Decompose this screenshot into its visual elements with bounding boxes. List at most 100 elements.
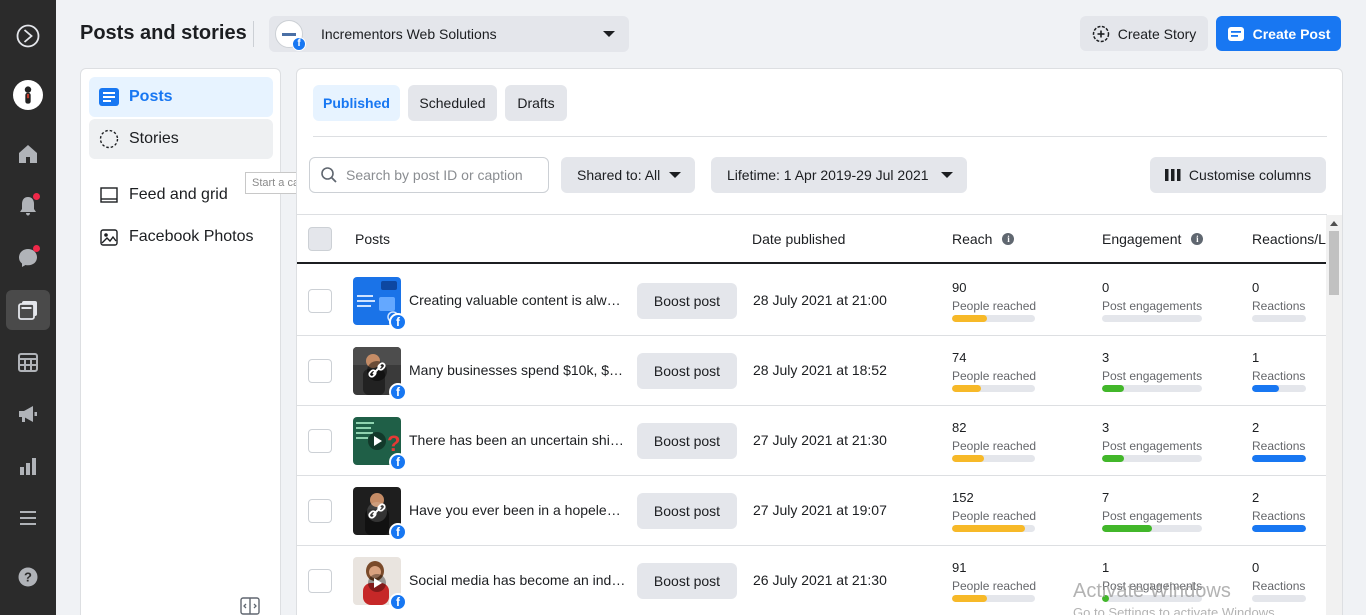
menu-icon[interactable] — [6, 498, 50, 538]
engagement-cell: 3 Post engagements — [1102, 350, 1202, 392]
reach-bar-fill — [952, 525, 1026, 532]
table-row[interactable]: f Many businesses spend $10k, $20k Boost p… — [297, 336, 1327, 406]
reactions-label: Reactions — [1252, 439, 1306, 453]
planner-icon[interactable] — [6, 342, 50, 382]
row-checkbox[interactable] — [308, 289, 332, 313]
post-thumbnail[interactable]: f — [353, 557, 407, 611]
reach-cell: 90 People reached — [952, 280, 1036, 322]
reactions-bar — [1252, 315, 1306, 322]
left-rail: ? — [0, 0, 56, 615]
select-all-checkbox[interactable] — [308, 227, 332, 251]
column-header-engagement[interactable]: Engagement i — [1102, 231, 1204, 247]
ads-megaphone-icon[interactable] — [6, 394, 50, 434]
photos-icon — [99, 227, 119, 247]
create-post-label: Create Post — [1252, 25, 1331, 42]
customise-columns-button[interactable]: Customise columns — [1150, 157, 1326, 193]
sidebar-item-posts[interactable]: Posts — [89, 77, 273, 117]
create-post-button[interactable]: Create Post — [1216, 16, 1341, 51]
notifications-icon[interactable] — [6, 186, 50, 226]
boost-post-button[interactable]: Boost post — [637, 353, 737, 389]
collapse-panel-icon[interactable] — [240, 597, 260, 615]
reactions-bar — [1252, 385, 1306, 392]
column-header-reach[interactable]: Reach i — [952, 231, 1015, 247]
sidebar-item-stories[interactable]: Stories — [89, 119, 273, 159]
boost-post-button[interactable]: Boost post — [637, 423, 737, 459]
lifetime-filter[interactable]: Lifetime: 1 Apr 2019-29 Jul 2021 — [711, 157, 967, 193]
sidebar-item-facebook-photos[interactable]: Facebook Photos — [99, 227, 254, 247]
info-icon[interactable]: i — [1191, 233, 1204, 245]
scrollbar[interactable] — [1326, 215, 1342, 615]
search-icon — [321, 167, 337, 183]
table-row[interactable]: ? f There has been an uncertain shift in Bo… — [297, 406, 1327, 476]
tab-scheduled[interactable]: Scheduled — [408, 85, 497, 121]
scrollbar-thumb[interactable] — [1329, 231, 1339, 295]
reach-bar — [952, 455, 1035, 462]
table-row[interactable]: f Creating valuable content is always Boos… — [297, 266, 1327, 336]
boost-post-button[interactable]: Boost post — [637, 563, 737, 599]
row-checkbox[interactable] — [308, 499, 332, 523]
scroll-up-icon[interactable] — [1330, 221, 1338, 226]
engagement-value: 7 — [1102, 490, 1110, 505]
column-header-date[interactable]: Date published — [752, 231, 845, 247]
post-caption[interactable]: Have you ever been in a hopeless situati… — [409, 502, 627, 518]
reach-bar — [952, 315, 1035, 322]
help-icon[interactable]: ? — [6, 557, 50, 597]
posts-stories-icon[interactable] — [6, 290, 50, 330]
reactions-cell: 0 Reactions — [1252, 280, 1306, 322]
engagement-value: 1 — [1102, 560, 1110, 575]
sidebar-item-feed-grid[interactable]: Feed and grid — [99, 185, 228, 205]
shared-to-filter[interactable]: Shared to: All — [561, 157, 695, 193]
shared-to-label: Shared to: All — [577, 167, 661, 183]
post-thumbnail[interactable]: f — [353, 347, 407, 401]
reactions-bar-fill — [1252, 385, 1279, 392]
boost-post-button[interactable]: Boost post — [637, 493, 737, 529]
post-caption[interactable]: There has been an uncertain shift in — [409, 432, 627, 448]
row-checkbox[interactable] — [308, 359, 332, 383]
search-box[interactable] — [309, 157, 549, 193]
reactions-bar — [1252, 455, 1306, 462]
engagement-cell: 3 Post engagements — [1102, 420, 1202, 462]
column-header-reactions[interactable]: Reactions/L — [1252, 231, 1326, 247]
post-thumbnail[interactable]: ? f — [353, 417, 407, 471]
engagement-value: 3 — [1102, 420, 1110, 435]
post-thumbnail[interactable]: f — [353, 277, 407, 331]
post-caption[interactable]: Many businesses spend $10k, $20k — [409, 362, 627, 378]
reach-bar-fill — [952, 315, 987, 322]
watermark-line: Activate Windows — [1073, 580, 1231, 602]
column-header-posts[interactable]: Posts — [355, 231, 390, 247]
reactions-cell: 2 Reactions — [1252, 420, 1306, 462]
table-row[interactable]: fHave you ever been in a hopeless situat… — [297, 476, 1327, 546]
reach-bar-fill — [952, 595, 987, 602]
boost-post-button[interactable]: Boost post — [637, 283, 737, 319]
post-thumbnail[interactable]: f — [353, 487, 407, 541]
tab-published[interactable]: Published — [313, 85, 400, 121]
post-caption[interactable]: Social media has become an indispensable — [409, 572, 627, 588]
reach-label: People reached — [952, 369, 1037, 383]
customise-columns-label: Customise columns — [1188, 167, 1312, 183]
reach-label: People reached — [952, 299, 1037, 313]
facebook-icon: f — [389, 313, 407, 331]
account-selector[interactable]: f Incrementors Web Solutions — [269, 16, 629, 52]
row-checkbox[interactable] — [308, 569, 332, 593]
reactions-bar — [1252, 525, 1306, 532]
stories-icon — [99, 129, 119, 149]
profile-avatar-icon[interactable] — [6, 75, 50, 115]
engagement-bar-fill — [1102, 525, 1152, 532]
column-header-label: Engagement — [1102, 231, 1182, 247]
account-name: Incrementors Web Solutions — [321, 26, 497, 42]
date-published: 26 July 2021 at 21:30 — [753, 572, 887, 588]
inbox-icon[interactable] — [6, 238, 50, 278]
notification-dot — [33, 245, 40, 252]
home-icon[interactable] — [6, 134, 50, 174]
search-input[interactable] — [346, 167, 536, 183]
meta-logo-icon[interactable] — [6, 16, 50, 56]
info-icon[interactable]: i — [1002, 233, 1015, 245]
row-checkbox[interactable] — [308, 429, 332, 453]
tab-drafts[interactable]: Drafts — [505, 85, 567, 121]
reactions-label: Reactions — [1252, 299, 1306, 313]
create-story-button[interactable]: Create Story — [1080, 16, 1208, 51]
post-caption[interactable]: Creating valuable content is always — [409, 292, 627, 308]
insights-icon[interactable] — [6, 446, 50, 486]
facebook-icon: f — [389, 523, 407, 541]
divider — [253, 21, 254, 47]
